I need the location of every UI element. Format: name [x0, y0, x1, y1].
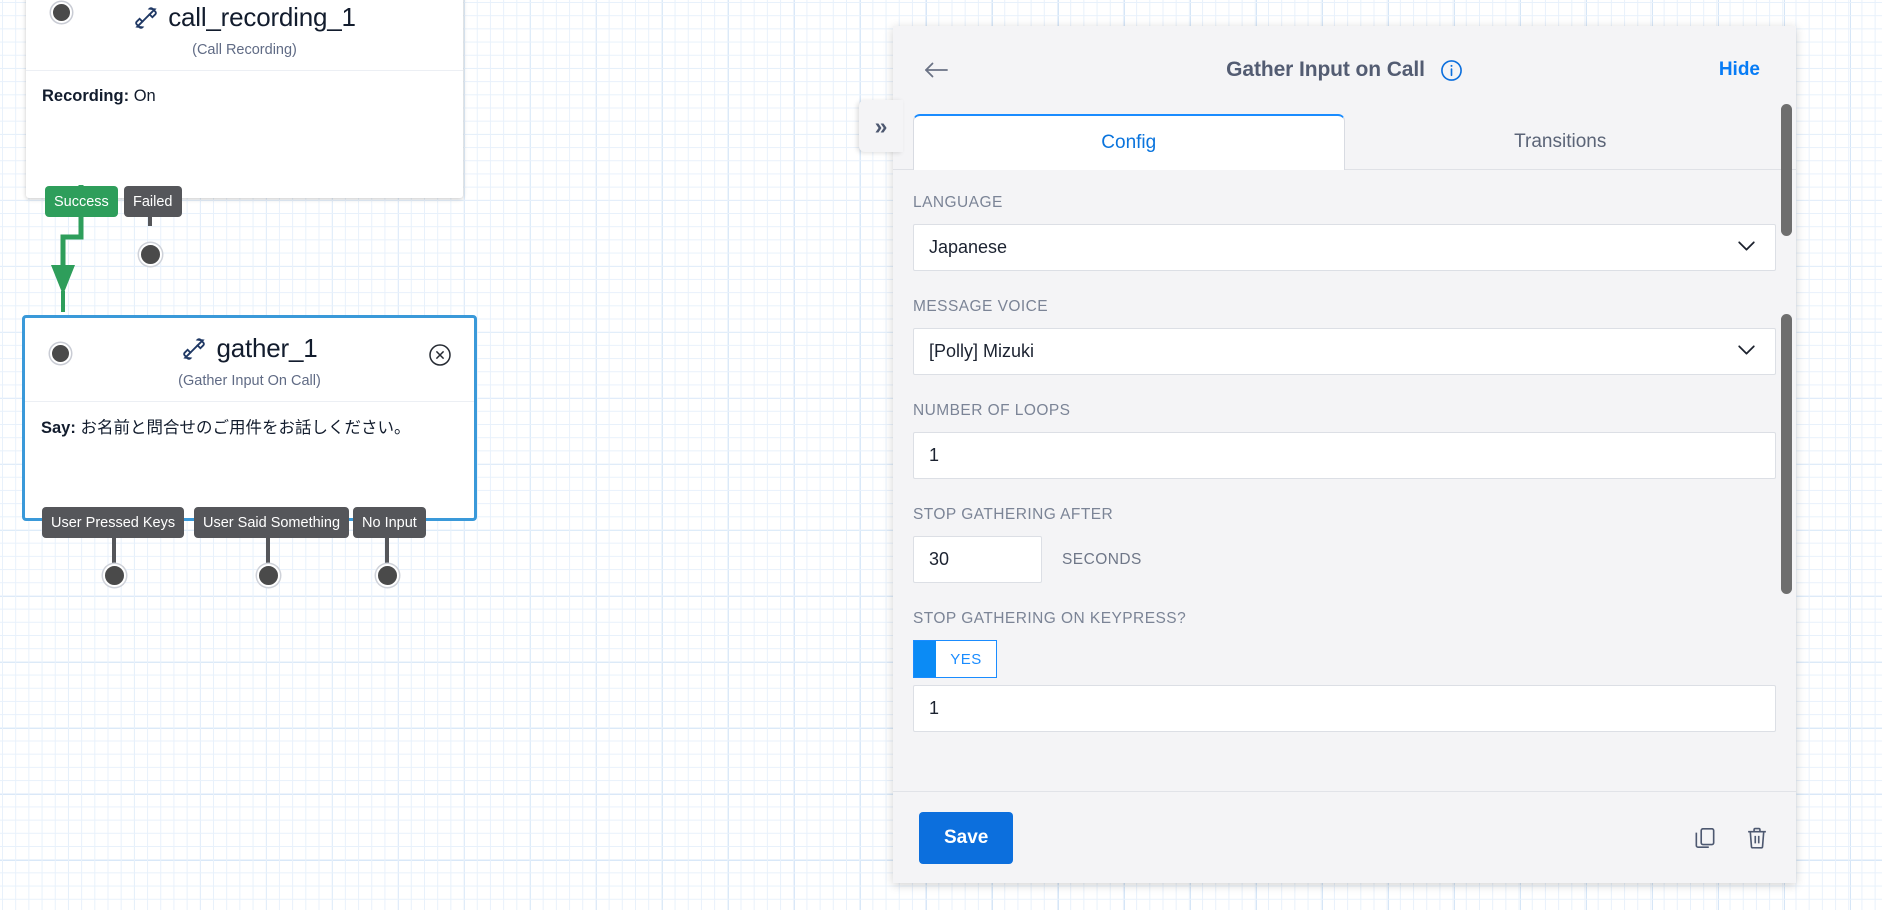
info-circle-icon[interactable]: [1440, 59, 1463, 82]
node-body-key: Say:: [41, 419, 76, 437]
connector-endpoint-failed[interactable]: [139, 243, 162, 266]
tab-transitions[interactable]: Transitions: [1345, 114, 1777, 169]
field-message-voice: MESSAGE VOICE [Polly] Mizuki: [913, 298, 1776, 375]
field-label-stop-on-keypress: STOP GATHERING ON KEYPRESS?: [913, 610, 1187, 627]
config-form: LANGUAGE Japanese MESSAGE VOICE [Polly] …: [893, 170, 1796, 791]
field-label-message-voice: MESSAGE VOICE: [913, 298, 1049, 315]
node-body: Recording: On: [26, 70, 463, 126]
number-of-loops-input[interactable]: [913, 432, 1776, 479]
page-title: Gather Input on Call: [1226, 58, 1425, 81]
panel-header: Gather Input on Call Hide: [893, 26, 1796, 114]
copy-icon[interactable]: [1692, 825, 1718, 851]
toggle-value: YES: [936, 641, 996, 677]
transition-pill-no-input[interactable]: No Input: [353, 507, 426, 538]
node-input-port[interactable]: [51, 2, 72, 23]
close-circle-icon[interactable]: [428, 343, 452, 367]
field-stop-on-keypress: STOP GATHERING ON KEYPRESS? YES: [913, 610, 1776, 732]
field-label-stop-gathering-after: STOP GATHERING AFTER: [913, 506, 1114, 523]
connector-endpoint-user-pressed-keys[interactable]: [103, 564, 126, 587]
transition-pill-user-said-something[interactable]: User Said Something: [194, 507, 350, 538]
hide-panel-link[interactable]: Hide: [1719, 59, 1760, 81]
stop-on-keypress-toggle[interactable]: YES: [913, 640, 997, 678]
transition-label: User Pressed Keys: [51, 514, 176, 531]
stop-on-keypress-extra-input[interactable]: [913, 685, 1776, 732]
tab-label: Config: [1101, 132, 1157, 153]
transition-label: Failed: [133, 193, 173, 210]
flow-node-call-recording-1[interactable]: call_recording_1 (Call Recording) Record…: [26, 0, 463, 198]
field-stop-gathering-after: STOP GATHERING AFTER SECONDS: [913, 506, 1776, 583]
node-body-key: Recording:: [42, 87, 130, 105]
field-label-language: LANGUAGE: [913, 194, 1003, 211]
node-header: call_recording_1: [26, 0, 463, 33]
node-body: Say: お名前と問合せのご用件をお話しください。: [25, 401, 474, 458]
connector-endpoint-no-input[interactable]: [376, 564, 399, 587]
field-number-of-loops: NUMBER OF LOOPS: [913, 402, 1776, 479]
phone-call-icon: [133, 5, 159, 31]
connector-endpoint-user-said-something[interactable]: [257, 564, 280, 587]
widget-config-panel[interactable]: Gather Input on Call Hide Config Transit…: [893, 26, 1796, 883]
transition-pill-success[interactable]: Success: [45, 186, 118, 217]
node-type-label: (Gather Input On Call): [178, 373, 321, 389]
node-body-value: On: [133, 87, 156, 105]
node-input-port[interactable]: [50, 343, 71, 364]
language-select[interactable]: Japanese: [913, 224, 1776, 271]
node-body-value: お名前と問合せのご用件をお話しください。: [80, 418, 411, 437]
trash-icon[interactable]: [1744, 825, 1770, 851]
panel-footer: Save: [893, 791, 1796, 883]
node-type-label: (Call Recording): [192, 42, 297, 58]
transition-label: User Said Something: [203, 514, 341, 531]
transition-label: Success: [54, 193, 109, 210]
chevron-double-right-icon: »: [874, 112, 888, 139]
toggle-knob: [914, 641, 936, 677]
transition-label: No Input: [362, 514, 417, 531]
field-label-number-of-loops: NUMBER OF LOOPS: [913, 402, 1071, 419]
message-voice-value: [Polly] Mizuki: [929, 341, 1035, 361]
stop-gathering-after-input[interactable]: [913, 536, 1042, 583]
node-header: gather_1: [25, 318, 474, 364]
flow-node-gather-1[interactable]: gather_1 (Gather Input On Call) Say: お名前…: [22, 315, 477, 521]
node-title: gather_1: [216, 333, 318, 363]
message-voice-select[interactable]: [Polly] Mizuki: [913, 328, 1776, 375]
save-button[interactable]: Save: [919, 811, 1014, 864]
tab-label: Transitions: [1514, 130, 1607, 152]
stop-gathering-after-unit: SECONDS: [1062, 550, 1142, 568]
panel-collapse-handle[interactable]: »: [859, 100, 903, 152]
form-scrollbar-thumb[interactable]: [1781, 314, 1792, 594]
language-value: Japanese: [929, 237, 1008, 257]
transition-pill-failed[interactable]: Failed: [124, 186, 182, 217]
node-title: call_recording_1: [168, 2, 356, 32]
panel-scrollbar-thumb[interactable]: [1781, 104, 1792, 236]
panel-tabs: Config Transitions: [893, 114, 1796, 170]
tab-config[interactable]: Config: [913, 114, 1345, 170]
transition-pill-user-pressed-keys[interactable]: User Pressed Keys: [42, 507, 185, 538]
phone-call-icon: [181, 336, 207, 362]
field-language: LANGUAGE Japanese: [913, 194, 1776, 271]
